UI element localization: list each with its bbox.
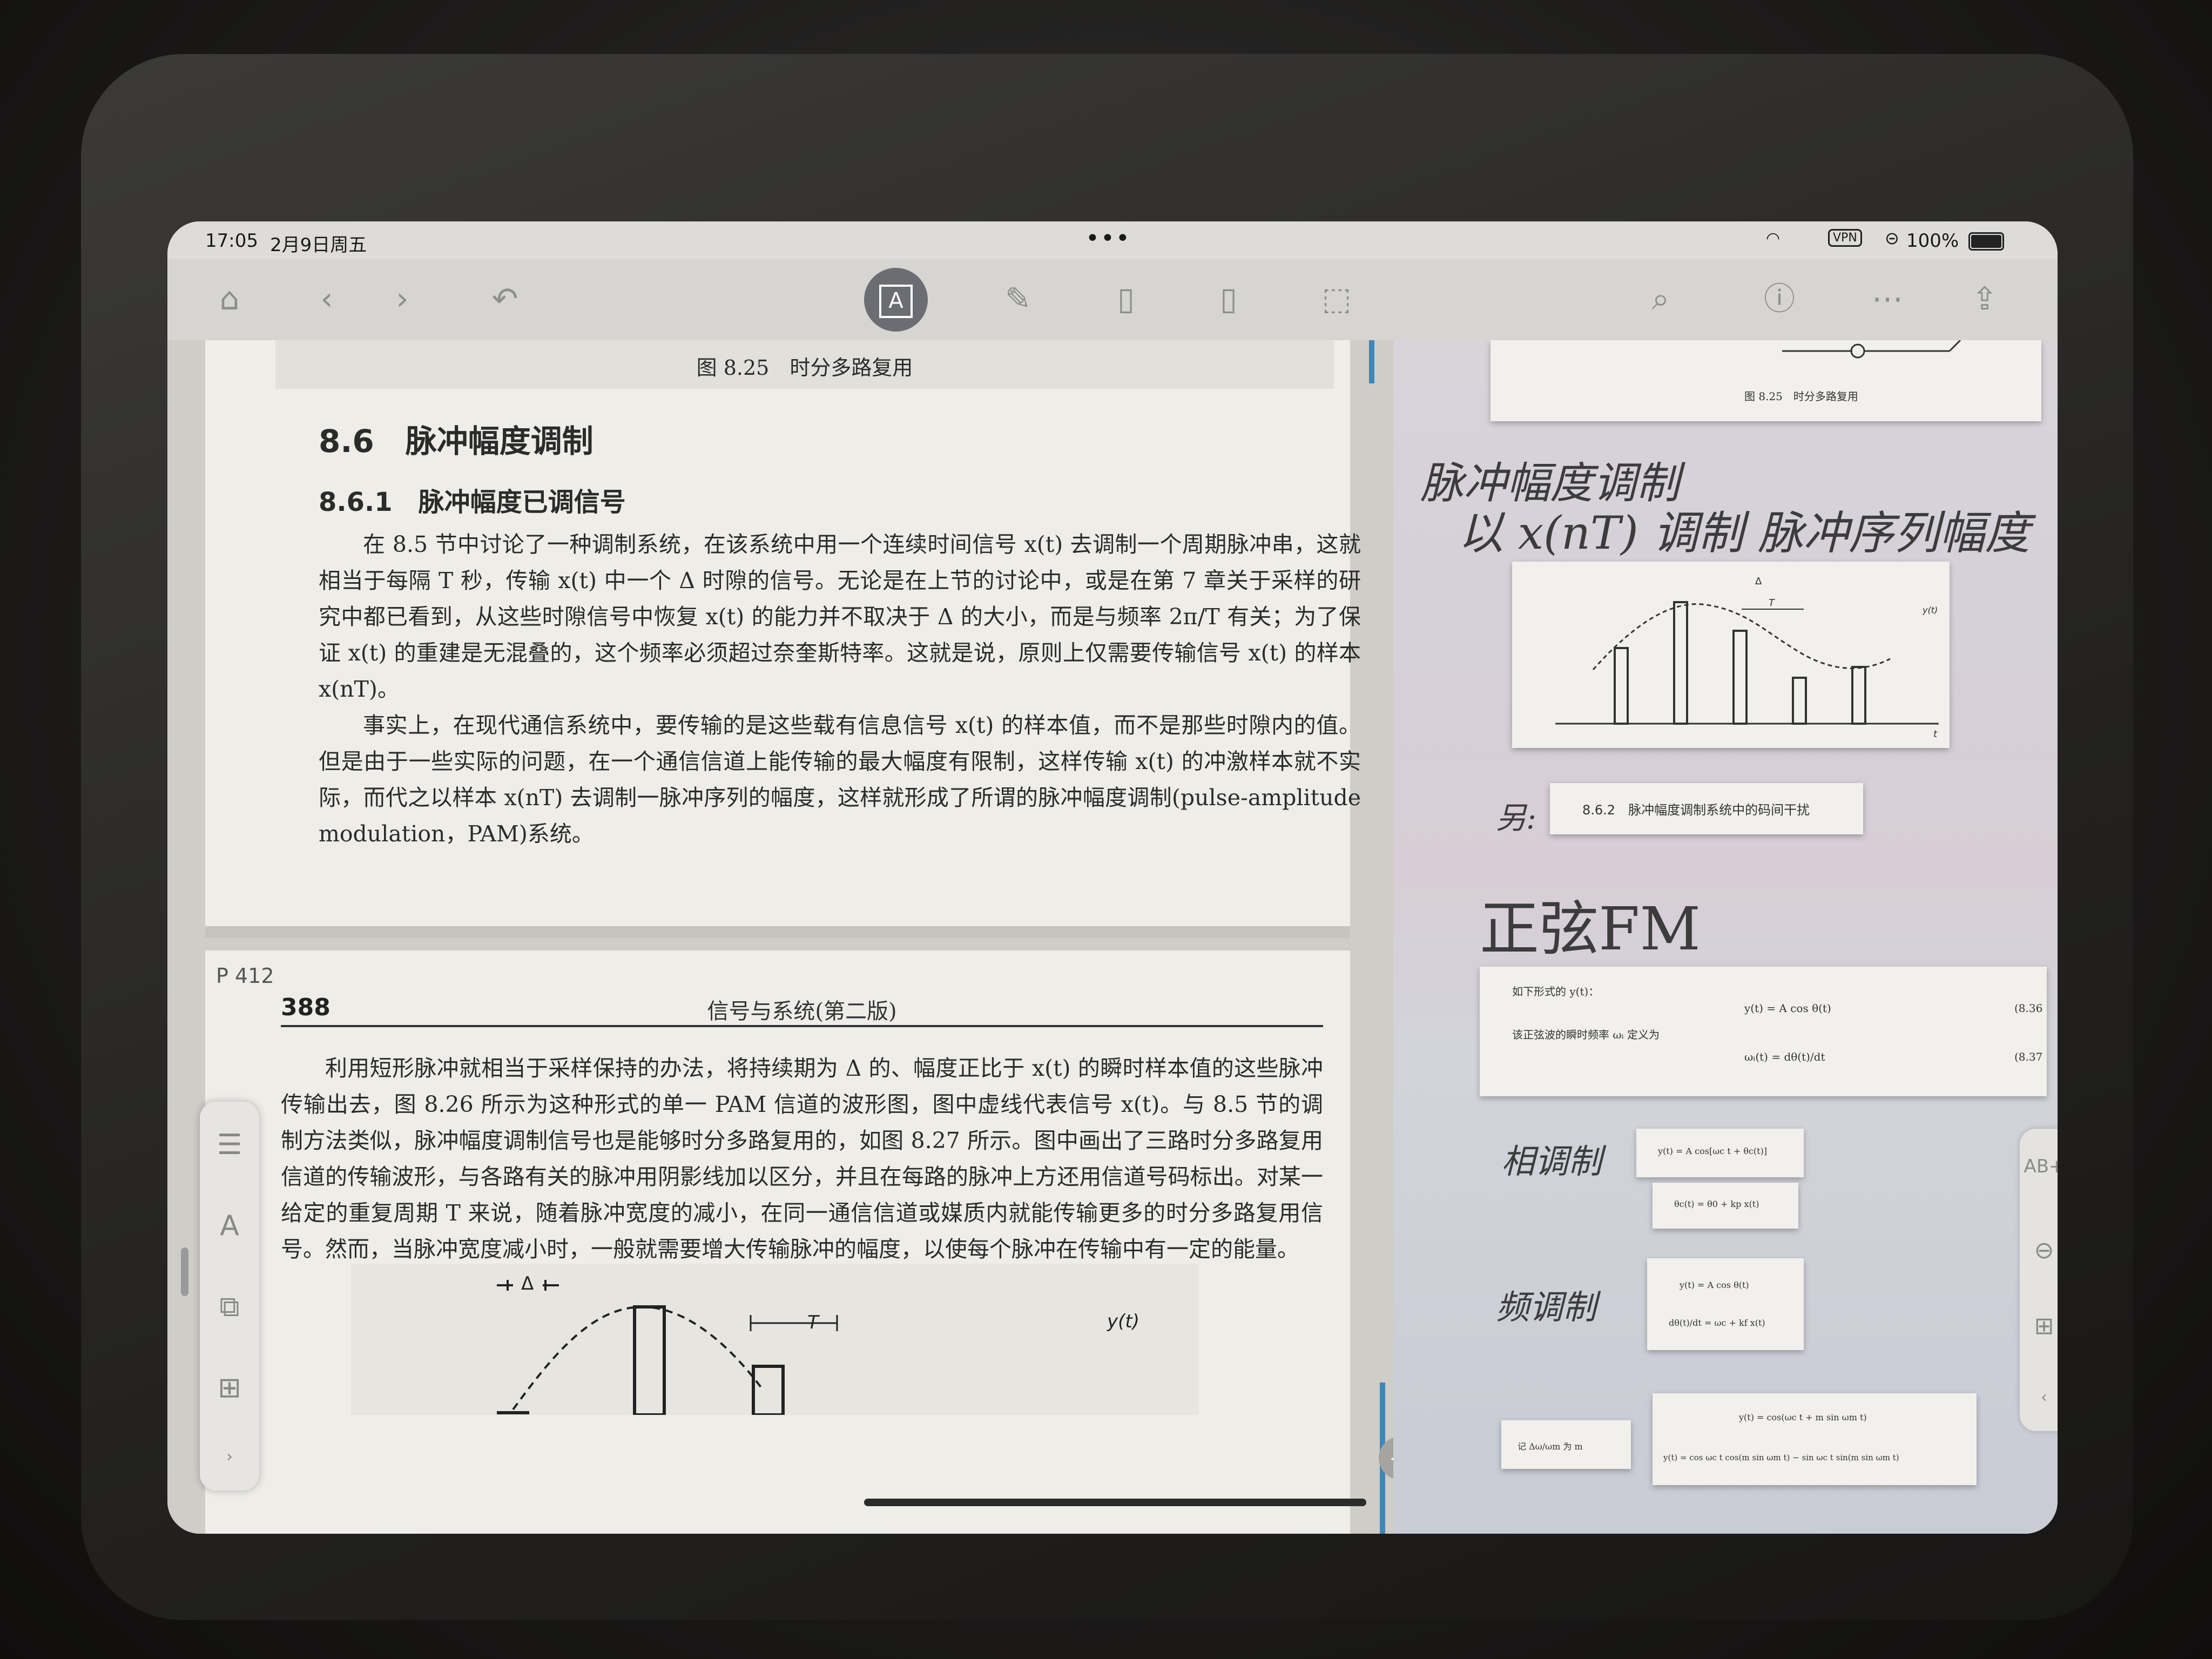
bookmark-add-icon[interactable]: ⊞ xyxy=(200,1372,259,1404)
section-card-862[interactable]: 8.6.2 脉冲幅度调制系统中的码间干扰 xyxy=(1550,783,1863,834)
handwritten-note[interactable]: 以 x(nT) 调制 脉冲序列幅度 xyxy=(1458,497,2030,562)
running-head: 388 信号与系统(第二版) xyxy=(281,994,1323,1027)
add-page-icon[interactable]: ⧉ xyxy=(200,1291,259,1324)
eraser-tool-icon[interactable]: ▯ xyxy=(1204,274,1253,323)
equation: y(t) = cos ωc t cos(m sin ωm t) − sin ωc… xyxy=(1663,1453,1899,1462)
mux-diagram xyxy=(1782,340,1961,359)
subsection-title: 8.6.1 脉冲幅度已调信号 xyxy=(319,487,626,517)
card-text: 如下形式的 y(t)： xyxy=(1512,985,1600,998)
card-text: 该正弦波的瞬时频率 ωᵢ 定义为 xyxy=(1512,1028,1660,1041)
rotation-lock-icon: ⊝ xyxy=(1885,228,1899,248)
highlighter-tool-icon[interactable]: ▯ xyxy=(1102,274,1150,323)
handwritten-note[interactable]: 另: xyxy=(1496,794,1536,838)
status-date: 2月9日周五 xyxy=(270,234,367,256)
help-icon[interactable]: ⓘ xyxy=(1755,274,1804,323)
modulation-index-card[interactable]: 记 Δω/ωm 为 m xyxy=(1501,1420,1631,1469)
text-recognition-icon[interactable]: AB+ xyxy=(2020,1156,2058,1177)
undo-icon[interactable]: ↶ xyxy=(481,274,529,323)
equation: dθ(t)/dt = ωc + kf x(t) xyxy=(1669,1318,1765,1328)
equation: y(t) = A cos θ(t) xyxy=(1680,1280,1749,1290)
clipped-figure-card[interactable]: 图 8.25 时分多路复用 xyxy=(1491,340,2041,421)
equation-number: (8.36 xyxy=(2014,1002,2043,1015)
pulse xyxy=(633,1305,666,1417)
paragraph: 事实上，在现代通信系统中，要传输的是这些载有信息信号 x(t) 的样本值，而不是… xyxy=(319,712,1361,847)
period-label: T xyxy=(1769,597,1776,609)
body-text: 在 8.5 节中讨论了一种调制系统，在该系统中用一个连续时间信号 x(t) 去调… xyxy=(319,527,1361,852)
search-icon[interactable]: ⌕ xyxy=(1636,274,1685,323)
right-toolstrip: AB+ ⊖ ⊞ ‹ xyxy=(2020,1129,2058,1431)
page-indicator: P 412 xyxy=(216,964,274,988)
equation: y(t) = A cos θ(t) xyxy=(1744,1002,1831,1015)
handwritten-note[interactable]: 正弦FM xyxy=(1480,880,1701,967)
pdf-page-412: 388 信号与系统(第二版) 利用短形脉冲就相当于采样保持的办法，将持续期为 Δ… xyxy=(205,950,1350,1534)
pdf-page-411: 图 8.25 时分多路复用 8.6 脉冲幅度调制 8.6.1 脉冲幅度已调信号 … xyxy=(205,340,1361,926)
screen: 17:05 2月9日周五 ••• ◠ VPN ⊝ 100% ⌂ ‹ › ↶ A … xyxy=(167,221,2058,1534)
more-icon[interactable]: ⋯ xyxy=(1863,274,1912,323)
add-page-icon[interactable]: ⊞ xyxy=(2020,1312,2058,1340)
toolbar: ⌂ ‹ › ↶ A ✎ ▯ ▯ ⬚ ⌕ ⓘ ⋯ ⇪ xyxy=(167,259,2058,340)
paragraph: 利用短形脉冲就相当于采样保持的办法，将持续期为 Δ 的、幅度正比于 x(t) 的… xyxy=(281,1055,1323,1262)
signal-label: y(t) xyxy=(1922,605,1938,615)
side-toolstrip: ☰ A ⧉ ⊞ › xyxy=(200,1102,259,1491)
equation: θc(t) = θ0 + kp x(t) xyxy=(1674,1199,1759,1209)
text-icon[interactable]: A xyxy=(200,1210,259,1242)
battery-percent: 100% xyxy=(1906,230,1959,252)
pam-figure-card[interactable]: t Δ T y(t) xyxy=(1512,562,1950,748)
handwritten-note[interactable]: 频调制 xyxy=(1496,1280,1596,1328)
delta-label: Δ xyxy=(521,1273,534,1294)
figure-caption: 图 8.25 时分多路复用 xyxy=(1744,390,1858,403)
wifi-icon: ◠ xyxy=(1766,229,1781,248)
equation: y(t) = A cos[ωc t + θc(t)] xyxy=(1658,1146,1768,1156)
card-text: 8.6.2 脉冲幅度调制系统中的码间干扰 xyxy=(1582,802,1810,818)
pen-tool-icon[interactable]: ✎ xyxy=(994,274,1042,323)
fm-definition-card[interactable]: 如下形式的 y(t)： y(t) = A cos θ(t) (8.36 该正弦波… xyxy=(1480,967,2047,1096)
equation: y(t) = cos(ωc t + m sin ωm t) xyxy=(1739,1412,1867,1422)
figure-caption: 图 8.25 时分多路复用 xyxy=(696,356,913,380)
sidebar-grip[interactable] xyxy=(181,1247,188,1296)
pam-chart: t Δ T y(t) xyxy=(1555,576,1939,740)
collapse-icon[interactable]: ‹ xyxy=(2020,1388,2058,1407)
focus-indicator xyxy=(1369,340,1374,383)
outline-icon[interactable]: ☰ xyxy=(200,1129,259,1161)
book-title: 信号与系统(第二版) xyxy=(707,999,897,1024)
horizontal-scrollbar[interactable] xyxy=(864,1499,1366,1506)
multitask-dots[interactable]: ••• xyxy=(1085,225,1131,252)
freq-mod-card[interactable]: y(t) = A cos θ(t) dθ(t)/dt = ωc + kf x(t… xyxy=(1647,1258,1804,1350)
signal-label: y(t) xyxy=(1107,1311,1139,1332)
handwritten-note[interactable]: 相调制 xyxy=(1501,1134,1602,1183)
text-tool-icon[interactable]: A xyxy=(864,268,928,332)
status-bar: 17:05 2月9日周五 ••• ◠ VPN ⊝ 100% xyxy=(167,221,2058,259)
t-axis-label: t xyxy=(1933,729,1938,740)
pam-figure: Δ T y(t) xyxy=(351,1264,1199,1417)
battery-icon xyxy=(1968,232,2004,251)
status-time: 17:05 xyxy=(205,230,258,252)
pam-waveform: Δ T y(t) xyxy=(497,1273,1139,1417)
pulse xyxy=(752,1365,785,1417)
pm-eq-card[interactable]: y(t) = A cos[ωc t + θc(t)] xyxy=(1636,1129,1804,1177)
notes-pane[interactable]: 图 8.25 时分多路复用 脉冲幅度调制 以 x(nT) 调制 脉冲序列幅度 t… xyxy=(1393,340,2058,1534)
equation: ωᵢ(t) = dθ(t)/dt xyxy=(1744,1050,1825,1063)
back-icon[interactable]: ‹ xyxy=(302,274,351,323)
pm-eq-card[interactable]: θc(t) = θ0 + kp x(t) xyxy=(1653,1183,1798,1229)
lasso-tool-icon[interactable]: ⬚ xyxy=(1312,274,1361,323)
page-separator xyxy=(205,926,1350,938)
forward-icon[interactable]: › xyxy=(378,274,427,323)
vpn-badge: VPN xyxy=(1828,229,1862,247)
paragraph: 在 8.5 节中讨论了一种调制系统，在该系统中用一个连续时间信号 x(t) 去调… xyxy=(319,531,1361,702)
body-text: 利用短形脉冲就相当于采样保持的办法，将持续期为 Δ 的、幅度正比于 x(t) 的… xyxy=(281,1050,1323,1267)
delta-label: Δ xyxy=(1755,576,1762,587)
pdf-pane[interactable]: 图 8.25 时分多路复用 8.6 脉冲幅度调制 8.6.1 脉冲幅度已调信号 … xyxy=(167,340,1393,1534)
period-label: T xyxy=(807,1312,820,1333)
equation-number: (8.37 xyxy=(2014,1050,2043,1063)
expand-icon[interactable]: › xyxy=(200,1447,259,1466)
zoom-out-icon[interactable]: ⊖ xyxy=(2020,1237,2058,1264)
share-icon[interactable]: ⇪ xyxy=(1960,274,2009,323)
card-text: 记 Δω/ωm 为 m xyxy=(1518,1441,1583,1452)
sine-fm-card[interactable]: y(t) = cos(ωc t + m sin ωm t) y(t) = cos… xyxy=(1653,1393,1977,1485)
home-icon[interactable]: ⌂ xyxy=(205,274,254,323)
section-title: 8.6 脉冲幅度调制 xyxy=(319,423,594,460)
figure-strip: 图 8.25 时分多路复用 xyxy=(275,340,1334,389)
